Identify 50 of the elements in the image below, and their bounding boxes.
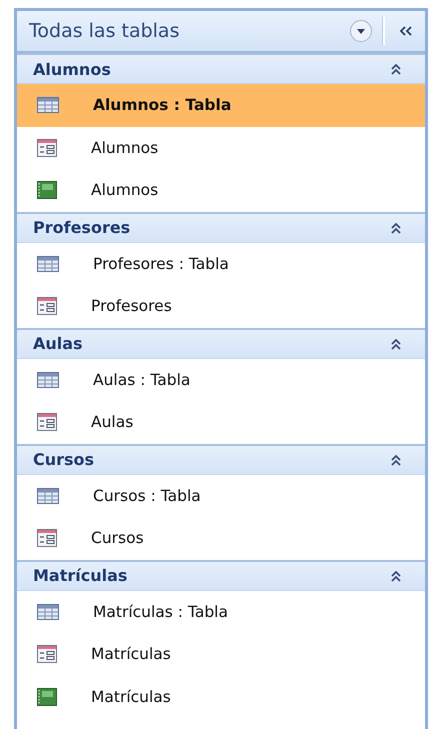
table-icon bbox=[37, 604, 59, 620]
chevron-icon bbox=[389, 336, 403, 350]
chevron-icon bbox=[389, 220, 403, 234]
dropdown-button[interactable] bbox=[350, 20, 372, 42]
pane-title: Todas las tablas bbox=[29, 20, 180, 42]
chevron-icon bbox=[389, 62, 403, 76]
form-icon bbox=[37, 138, 57, 157]
caret-icon bbox=[355, 27, 367, 35]
chevron-icon bbox=[389, 568, 403, 582]
item-label: Matrículas bbox=[91, 688, 171, 706]
navigation-item[interactable]: Cursos bbox=[17, 517, 425, 560]
navigation-item[interactable]: Matrículas : Tabla bbox=[17, 590, 425, 633]
chevron-icon bbox=[389, 452, 403, 466]
item-label: Matrículas : Tabla bbox=[93, 602, 228, 621]
navigation-item[interactable]: Alumnos bbox=[17, 126, 425, 169]
item-label: Profesores bbox=[91, 297, 172, 316]
item-label: Alumnos bbox=[91, 138, 158, 157]
group-header[interactable]: Alumnos bbox=[17, 53, 425, 84]
form-icon bbox=[37, 413, 57, 432]
navigation-item[interactable]: Profesores bbox=[17, 285, 425, 328]
form-icon bbox=[37, 645, 57, 664]
item-label: Aulas bbox=[91, 413, 134, 432]
navigation-item[interactable]: Alumnos : Tabla bbox=[17, 84, 425, 126]
navigation-item[interactable]: Matrículas bbox=[17, 633, 425, 676]
double-chevron-icon bbox=[399, 26, 413, 36]
table-icon bbox=[37, 97, 59, 114]
item-label: Alumnos : Tabla bbox=[93, 96, 232, 114]
navigation-item[interactable]: Alumnos bbox=[17, 169, 425, 212]
item-label: Cursos : Tabla bbox=[93, 486, 201, 505]
item-label: Matrículas bbox=[91, 645, 171, 664]
item-label: Profesores : Tabla bbox=[93, 254, 229, 273]
navigation-item[interactable]: Profesores : Tabla bbox=[17, 242, 425, 285]
group-header[interactable]: Aulas bbox=[17, 328, 425, 358]
group-header[interactable]: Matrículas bbox=[17, 560, 425, 590]
table-icon bbox=[37, 256, 59, 272]
report-icon bbox=[37, 181, 57, 200]
group-header[interactable]: Cursos bbox=[17, 444, 425, 474]
navigation-item[interactable]: Aulas : Tabla bbox=[17, 358, 425, 401]
navigation-item[interactable]: Cursos : Tabla bbox=[17, 474, 425, 517]
table-icon bbox=[37, 488, 59, 504]
navigation-item[interactable]: Matrículas bbox=[17, 676, 425, 718]
group-header[interactable]: Profesores bbox=[17, 212, 425, 242]
navigation-item[interactable]: Aulas bbox=[17, 401, 425, 444]
report-icon bbox=[37, 688, 57, 706]
table-icon bbox=[37, 372, 59, 388]
item-label: Cursos bbox=[91, 529, 144, 548]
item-label: Aulas : Tabla bbox=[93, 370, 190, 389]
item-label: Alumnos bbox=[91, 181, 158, 200]
form-icon bbox=[37, 529, 57, 548]
form-icon bbox=[37, 297, 57, 316]
